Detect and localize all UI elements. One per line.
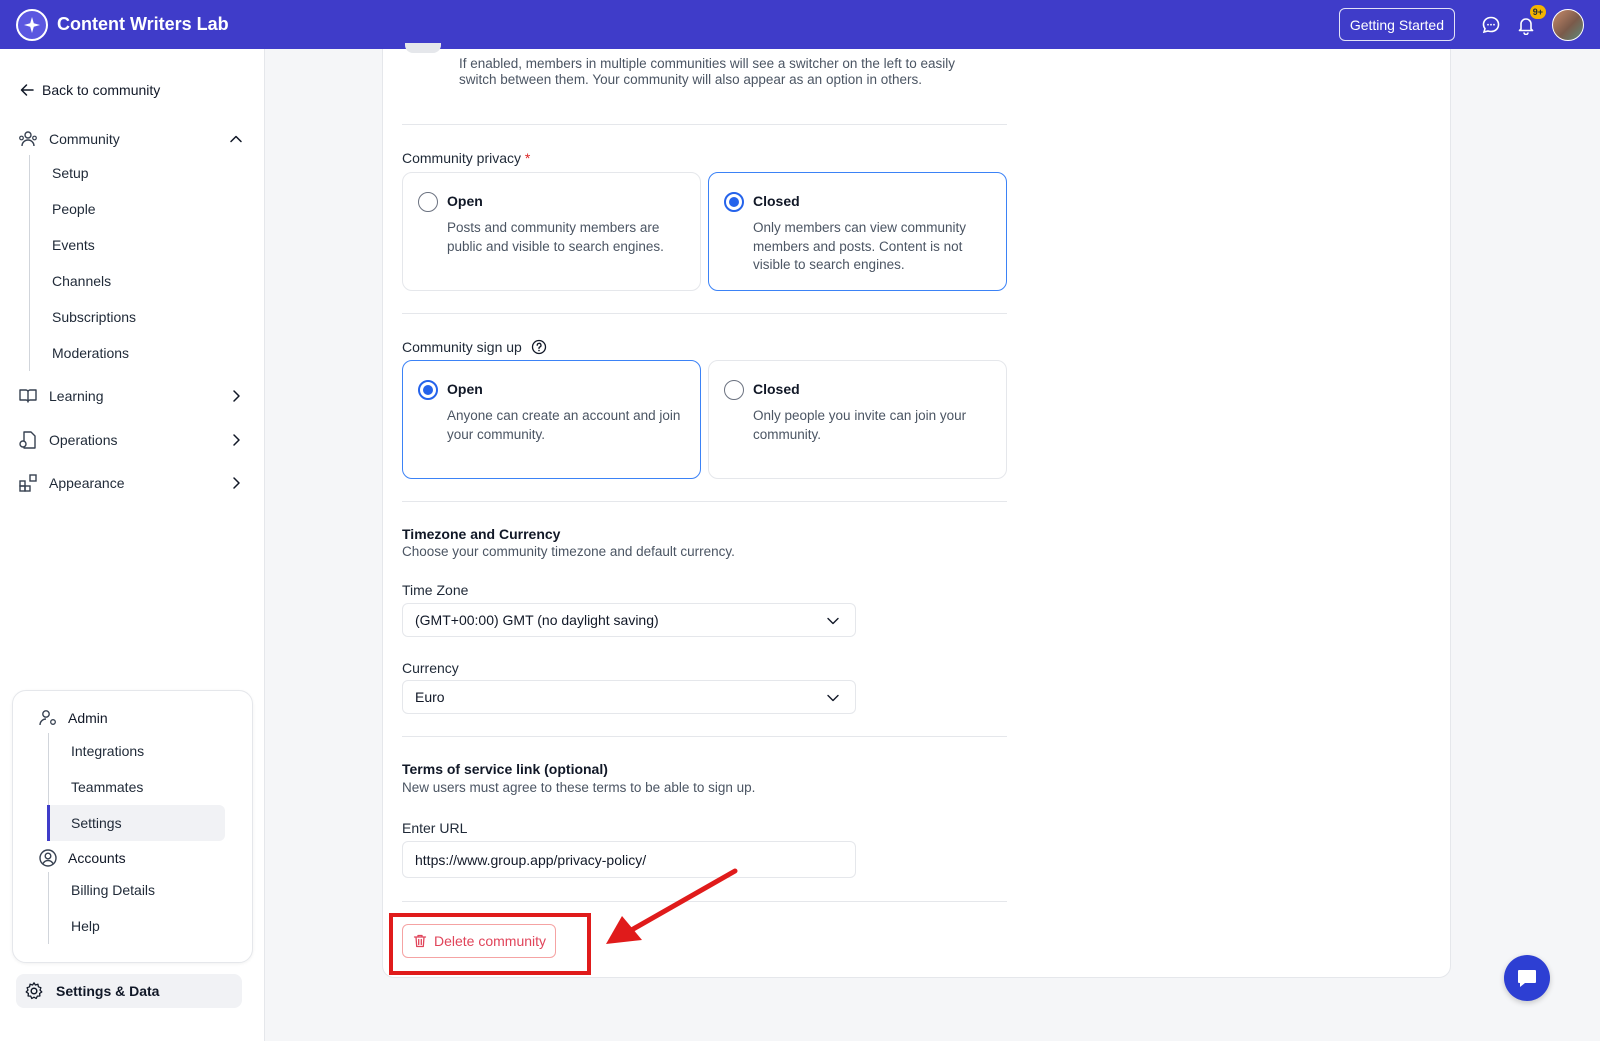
option-description: Only members can view community members … [753, 220, 967, 272]
settings-data-label: Settings & Data [56, 983, 160, 999]
sidebar-group-label: Admin [68, 710, 108, 726]
currency-select[interactable]: Euro [402, 680, 856, 714]
divider [402, 736, 1007, 737]
sidebar-item-teammates[interactable]: Teammates [49, 769, 225, 805]
annotation-arrow-icon [606, 868, 738, 944]
sidebar-group-community[interactable]: Community [18, 127, 248, 151]
sidebar-group-accounts[interactable]: Accounts [38, 846, 126, 870]
option-title: Closed [753, 193, 800, 209]
option-description: Posts and community members are public a… [447, 220, 664, 254]
annotation-highlight-box [389, 913, 591, 975]
community-subnav: Setup People Events Channels Subscriptio… [29, 155, 230, 371]
option-title: Open [447, 381, 483, 397]
support-chat-button[interactable] [1504, 955, 1550, 1001]
book-icon [19, 389, 37, 403]
multi-community-toggle[interactable] [405, 43, 441, 53]
chevron-right-icon [233, 434, 240, 446]
admin-subnav: Integrations Teammates Settings [47, 733, 225, 841]
sidebar: Back to community Community Setup People… [0, 49, 265, 1041]
getting-started-button[interactable]: Getting Started [1338, 8, 1455, 41]
divider [402, 124, 1007, 125]
accounts-subnav: Billing Details Help [48, 872, 225, 944]
option-description: Anyone can create an account and join yo… [447, 408, 681, 442]
sidebar-item-integrations[interactable]: Integrations [49, 733, 225, 769]
back-to-community-link[interactable]: Back to community [20, 82, 160, 98]
sidebar-item-moderations[interactable]: Moderations [30, 335, 230, 371]
help-circle-icon[interactable] [531, 339, 547, 355]
brand[interactable]: Content Writers Lab [16, 8, 229, 41]
multi-community-description: If enabled, members in multiple communit… [459, 56, 955, 87]
signup-label: Community sign up [402, 339, 547, 355]
back-link-label: Back to community [42, 82, 161, 98]
gear-icon [25, 982, 43, 1000]
sidebar-group-operations[interactable]: Operations [18, 428, 248, 452]
timezone-value: (GMT+00:00) GMT (no daylight saving) [415, 612, 659, 628]
arrow-left-icon [20, 84, 34, 96]
admin-user-icon [39, 710, 56, 726]
currency-value: Euro [415, 689, 445, 705]
bell-icon[interactable]: 9+ [1514, 4, 1546, 37]
timezone-select[interactable]: (GMT+00:00) GMT (no daylight saving) [402, 603, 856, 637]
sidebar-item-subscriptions[interactable]: Subscriptions [30, 299, 230, 335]
terms-description: New users must agree to these terms to b… [402, 780, 756, 795]
option-title: Closed [753, 381, 800, 397]
sidebar-item-billing-details[interactable]: Billing Details [49, 872, 225, 908]
privacy-label-text: Community privacy [402, 150, 522, 166]
sidebar-group-label: Community [49, 131, 120, 147]
chevron-down-icon [827, 694, 839, 702]
sidebar-group-admin[interactable]: Admin [38, 706, 108, 730]
privacy-option-closed[interactable]: Closed Only members can view community m… [708, 172, 1007, 291]
signup-closed-radio[interactable] [724, 380, 744, 400]
chevron-up-icon [230, 135, 242, 143]
signup-open-radio[interactable] [418, 380, 438, 400]
admin-card: Admin Integrations Teammates Settings Ac… [12, 690, 253, 963]
settings-panel: If enabled, members in multiple communit… [382, 43, 1451, 978]
sidebar-group-label: Accounts [68, 850, 126, 866]
brand-logo-icon [16, 8, 48, 41]
option-description: Only people you invite can join your com… [753, 408, 967, 442]
sidebar-item-settings[interactable]: Settings [47, 805, 225, 841]
sidebar-item-events[interactable]: Events [30, 227, 230, 263]
url-label: Enter URL [402, 820, 468, 836]
sidebar-group-label: Appearance [49, 475, 125, 491]
account-circle-icon [39, 849, 57, 867]
sidebar-item-channels[interactable]: Channels [30, 263, 230, 299]
chevron-right-icon [233, 390, 240, 402]
sidebar-item-people[interactable]: People [30, 191, 230, 227]
terms-title: Terms of service link (optional) [402, 761, 608, 777]
operations-icon [19, 431, 36, 449]
divider [402, 501, 1007, 502]
currency-label: Currency [402, 660, 459, 676]
divider [402, 313, 1007, 314]
community-icon [19, 131, 37, 147]
chevron-right-icon [233, 477, 240, 489]
privacy-open-radio[interactable] [418, 192, 438, 212]
timezone-currency-description: Choose your community timezone and defau… [402, 544, 735, 559]
user-avatar[interactable] [1552, 8, 1584, 41]
settings-data-button[interactable]: Settings & Data [16, 974, 242, 1008]
signup-option-closed[interactable]: Closed Only people you invite can join y… [708, 360, 1007, 479]
privacy-closed-radio[interactable] [724, 192, 744, 212]
timezone-currency-title: Timezone and Currency [402, 526, 561, 542]
sidebar-group-learning[interactable]: Learning [18, 384, 248, 408]
notification-badge: 9+ [1529, 4, 1546, 19]
privacy-label: Community privacy * [402, 150, 530, 166]
chevron-down-icon [827, 617, 839, 625]
sidebar-group-label: Learning [49, 388, 104, 404]
required-mark: * [524, 150, 531, 166]
sidebar-item-help[interactable]: Help [49, 908, 225, 944]
privacy-option-open[interactable]: Open Posts and community members are pub… [402, 172, 701, 291]
signup-option-open[interactable]: Open Anyone can create an account and jo… [402, 360, 701, 479]
chat-icon[interactable] [1479, 13, 1503, 37]
appearance-icon [19, 474, 37, 492]
sidebar-group-label: Operations [49, 432, 118, 448]
option-title: Open [447, 193, 483, 209]
top-bar: Content Writers Lab Getting Started 9+ [0, 0, 1600, 49]
sidebar-group-appearance[interactable]: Appearance [18, 471, 248, 495]
signup-label-text: Community sign up [402, 339, 522, 355]
timezone-label: Time Zone [402, 582, 469, 598]
chat-bubble-icon [1518, 970, 1536, 987]
sidebar-item-setup[interactable]: Setup [30, 155, 230, 191]
app-name: Content Writers Lab [57, 14, 229, 34]
